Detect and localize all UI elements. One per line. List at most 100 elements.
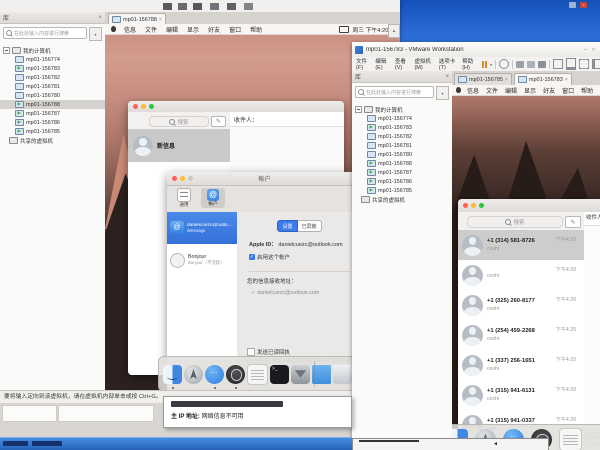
vm-tree-item[interactable]: mp01-156786 [352,177,452,186]
console-view-icon[interactable] [566,58,576,70]
menu-item[interactable]: 显示 [524,86,536,95]
library-search-input[interactable]: 在此处输入内容进行搜索 [355,86,434,98]
menubar-clock[interactable]: 周三 下午4:20 [352,25,388,34]
close-traffic-light[interactable] [463,203,468,208]
conversation-item[interactable]: +1 (314) 581-8726 ceshi 下午4:20 [458,230,584,260]
toolbar-icon[interactable] [227,3,236,10]
tree-root-my-computer[interactable]: 我的计算机 [352,105,452,114]
conversation-item-new-message[interactable]: 新信息 [128,129,230,162]
toolbar-icon[interactable] [163,3,172,10]
dock-app-icon[interactable] [205,365,224,384]
vm-tree-item[interactable]: mp01-156774 [0,55,105,64]
menu-item[interactable]: 信息 [124,25,136,34]
menu-item[interactable]: 显示 [187,25,199,34]
vm-tree-item[interactable]: mp01-156785 [0,127,105,136]
display-status-icon[interactable] [339,26,349,33]
dock-app-icon[interactable] [184,365,203,384]
tree-collapse-icon[interactable] [3,47,10,54]
menu-item[interactable]: 信息 [467,86,479,95]
pause-dropdown-icon[interactable]: ▾ [490,62,492,67]
menu-item[interactable]: 文件 [486,86,498,95]
account-item-imessage[interactable]: @ danielcuezc@outlo… iMessage [167,212,237,244]
menu-item[interactable]: 帮助 [581,86,593,95]
dock-app-icon[interactable] [559,428,582,450]
tree-shared-vms[interactable]: 共享的虚拟机 [352,195,452,204]
menu-item[interactable]: 虚拟机(M) [414,57,432,71]
conversation-item[interactable]: +1 (315) 941-6131 ceshi 下午4:20 [458,380,584,410]
toolbar-icon[interactable] [244,3,253,10]
messages-titlebar[interactable] [458,199,600,213]
tab-blocked[interactable]: 已屏蔽 [298,220,322,232]
messages-search-input[interactable]: 搜索 [149,116,209,127]
conversation-item[interactable]: ceshi 下午4:20 [458,260,584,290]
dock-app-icon[interactable] [503,429,524,450]
tree-root-my-computer[interactable]: 我的计算机 [0,46,105,55]
send-ctrl-alt-del-icon[interactable] [499,59,509,69]
menu-item[interactable]: 文件(F) [356,57,369,71]
fullscreen-icon[interactable] [579,59,589,69]
search-options-dropdown[interactable]: ▾ [436,86,449,100]
vm-tree-item[interactable]: mp01-156787 [0,109,105,118]
menu-item[interactable]: 窗口 [562,86,574,95]
dock-app-icon[interactable] [475,429,496,450]
zoom-traffic-light[interactable] [479,203,484,208]
dock-app-icon[interactable] [291,365,310,384]
library-close-icon[interactable]: × [445,74,449,80]
dock-app-icon[interactable] [226,365,245,384]
conversation-item[interactable]: +1 (254) 459-2268 ceshi 下午4:20 [458,320,584,350]
vm-tree-item[interactable]: mp01-156787 [352,168,452,177]
vm-tree-item[interactable]: mp01-156780 [352,150,452,159]
reach-address-row[interactable]: ✓ danielcuezc@outlook.com [251,290,362,296]
manage-snapshots-icon[interactable] [538,61,546,68]
minimize-traffic-light[interactable] [141,104,146,109]
toolbar-icon[interactable] [178,3,187,10]
prefs-tab-accounts[interactable]: @ 帐户 [201,188,225,208]
dock-app-icon[interactable] [163,365,182,384]
dock-app-icon[interactable] [333,365,352,384]
toolbar-icon[interactable] [193,3,202,10]
vm-tree-item[interactable]: mp01-156786 [0,118,105,127]
zoom-traffic-light[interactable] [149,104,154,109]
menu-item[interactable]: 帮助(H) [462,57,476,71]
vm-tree-item[interactable]: mp01-156780 [0,91,105,100]
revert-snapshot-icon[interactable] [527,61,535,68]
menu-item[interactable]: 编辑 [505,86,517,95]
minimize-traffic-light[interactable] [471,203,476,208]
dock-app-icon[interactable] [247,364,268,385]
account-item-bonjour[interactable]: Bonjour Bonjour（不活跃） [167,244,237,276]
read-receipts-checkbox[interactable]: 发送已读回执 [247,348,362,356]
show-library-toggle-icon[interactable] [553,59,563,69]
menu-item[interactable]: 选项卡(T) [439,57,456,71]
tab-close-icon[interactable]: × [505,77,508,83]
compose-button[interactable]: ✎ [211,116,226,127]
vm-tree-item[interactable]: mp01-156782 [352,132,452,141]
library-search-input[interactable]: 在此处输入内容进行搜索 [3,27,87,39]
apple-menu-icon[interactable] [111,26,116,32]
menu-item[interactable]: 好友 [208,25,220,34]
vm-tree-item[interactable]: mp01-156781 [0,82,105,91]
vm-tree-item[interactable]: mp01-156783 [0,64,105,73]
menu-item[interactable]: 查看(V) [395,57,409,71]
compose-button[interactable]: ✎ [565,216,581,228]
apple-menu-icon[interactable] [456,87,461,93]
vm-tree-item[interactable]: mp01-156788 [0,100,105,109]
tab-settings[interactable]: 设置 [277,220,297,232]
snapshot-icon[interactable] [516,61,524,68]
close-traffic-light[interactable] [133,104,138,109]
unity-view-icon[interactable] [592,59,600,69]
conversation-item[interactable]: +1 (325) 260-8177 ceshi 下午4:20 [458,290,584,320]
accounts-titlebar[interactable]: 帐户 [167,172,362,186]
window-close-button[interactable]: × [580,2,587,8]
tree-collapse-icon[interactable] [355,106,362,113]
dock-app-icon[interactable] [531,429,552,450]
vm-tree-item[interactable]: mp01-156788 [352,159,452,168]
vm-tree-item[interactable]: mp01-156774 [352,114,452,123]
menu-item[interactable]: 窗口 [229,25,241,34]
dock-app-icon[interactable] [270,365,289,384]
menu-item[interactable]: 文件 [145,25,157,34]
menu-item[interactable]: 帮助 [250,25,262,34]
prefs-tab-general[interactable]: 通用 [173,188,195,208]
tab-close-icon[interactable]: × [565,77,568,83]
menu-item[interactable]: 好友 [543,86,555,95]
vm-tab[interactable]: mp01-156783 × [514,73,572,85]
